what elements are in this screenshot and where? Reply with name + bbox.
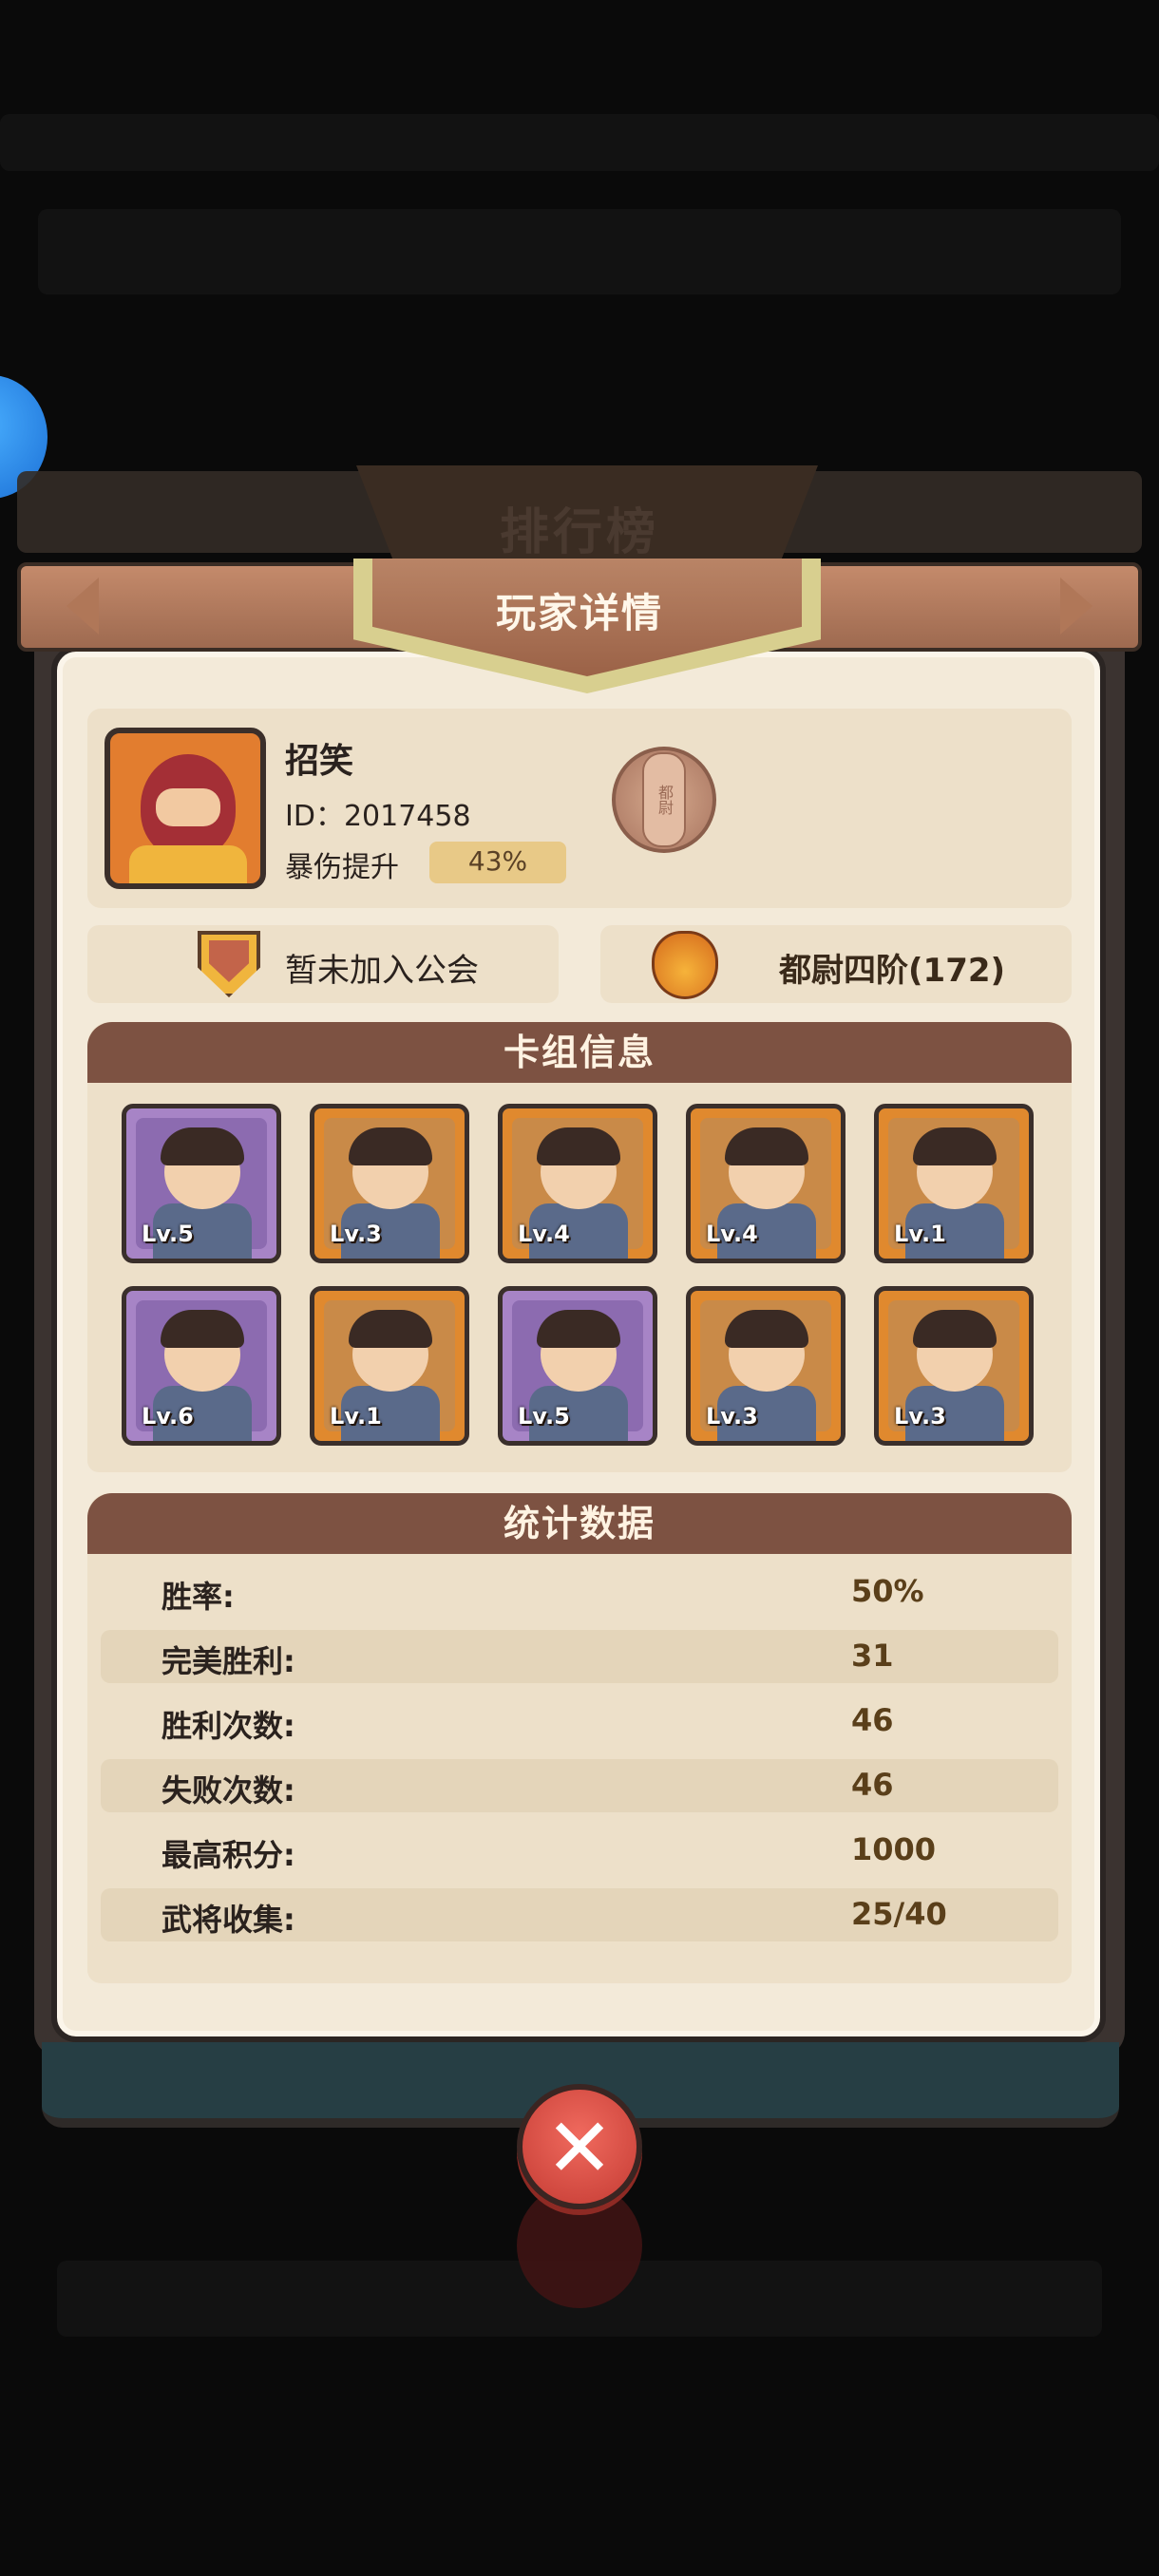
hero-card[interactable]: Lv.3 bbox=[874, 1286, 1034, 1446]
stat-value: 46 bbox=[851, 1767, 894, 1803]
background-overlay-strip bbox=[38, 209, 1121, 294]
hero-portrait-hair bbox=[725, 1310, 808, 1348]
avatar-face bbox=[156, 788, 220, 826]
stat-row: 完美胜利: 31 bbox=[101, 1630, 1058, 1683]
stat-value: 31 bbox=[851, 1638, 894, 1674]
stat-value: 46 bbox=[851, 1702, 894, 1738]
avatar-armor bbox=[129, 845, 247, 883]
hero-level: Lv.1 bbox=[894, 1221, 946, 1247]
hero-level: Lv.4 bbox=[706, 1221, 758, 1247]
hero-level: Lv.5 bbox=[518, 1403, 570, 1430]
stats-section-title: 统计数据 bbox=[87, 1493, 1072, 1554]
stat-value: 25/40 bbox=[851, 1896, 947, 1932]
stat-label: 失败次数: bbox=[162, 1772, 295, 1809]
stat-label: 胜利次数: bbox=[162, 1708, 295, 1744]
stat-row: 胜率: 50% bbox=[101, 1565, 1058, 1619]
hero-portrait-hair bbox=[913, 1127, 997, 1165]
stat-label: 完美胜利: bbox=[162, 1643, 295, 1679]
hero-portrait-hair bbox=[537, 1310, 620, 1348]
stat-row: 失败次数: 46 bbox=[101, 1759, 1058, 1812]
hero-portrait-hair bbox=[725, 1127, 808, 1165]
hero-card[interactable]: Lv.1 bbox=[310, 1286, 469, 1446]
background-title: 排行榜 bbox=[499, 504, 659, 561]
hero-level: Lv.3 bbox=[894, 1403, 946, 1430]
hero-card[interactable]: Lv.4 bbox=[686, 1104, 846, 1263]
stat-row: 胜利次数: 46 bbox=[101, 1695, 1058, 1748]
crit-bonus-value: 43% bbox=[467, 845, 528, 877]
deck-section-title: 卡组信息 bbox=[87, 1022, 1072, 1083]
hero-portrait-hair bbox=[537, 1127, 620, 1165]
rank-pouch-icon bbox=[652, 931, 718, 999]
hero-portrait-hair bbox=[161, 1310, 244, 1348]
player-name: 招笑 bbox=[285, 742, 354, 781]
stat-label: 最高积分: bbox=[162, 1837, 295, 1873]
stat-row: 武将收集: 25/40 bbox=[101, 1888, 1058, 1941]
rank-emblem-text: 都尉 bbox=[642, 752, 686, 847]
hero-level: Lv.5 bbox=[142, 1221, 194, 1247]
background-overlay-strip bbox=[0, 114, 1159, 171]
close-icon[interactable]: ✕ bbox=[517, 2086, 642, 2211]
hero-portrait-hair bbox=[349, 1310, 432, 1348]
hero-card[interactable]: Lv.6 bbox=[122, 1286, 281, 1446]
hero-portrait-hair bbox=[913, 1310, 997, 1348]
hero-card[interactable]: Lv.5 bbox=[498, 1286, 657, 1446]
rank-tier: 都尉四阶(172) bbox=[779, 952, 1006, 990]
panel-title: 玩家详情 bbox=[495, 590, 663, 636]
stat-value: 1000 bbox=[851, 1831, 937, 1867]
hero-level: Lv.3 bbox=[330, 1221, 382, 1247]
hero-card[interactable]: Lv.5 bbox=[122, 1104, 281, 1263]
stat-label: 胜率: bbox=[162, 1579, 235, 1615]
hero-level: Lv.3 bbox=[706, 1403, 758, 1430]
guild-status: 暂未加入公会 bbox=[285, 952, 479, 990]
player-id: ID：2017458 bbox=[285, 800, 471, 833]
hero-portrait-hair bbox=[349, 1127, 432, 1165]
crit-bonus-label: 暴伤提升 bbox=[285, 851, 399, 884]
hero-level: Lv.4 bbox=[518, 1221, 570, 1247]
stat-value: 50% bbox=[851, 1573, 924, 1609]
hero-level: Lv.1 bbox=[330, 1403, 382, 1430]
hero-level: Lv.6 bbox=[142, 1403, 194, 1430]
hero-card[interactable]: Lv.3 bbox=[686, 1286, 846, 1446]
player-avatar[interactable] bbox=[104, 728, 266, 889]
hero-card[interactable]: Lv.1 bbox=[874, 1104, 1034, 1263]
hero-portrait-hair bbox=[161, 1127, 244, 1165]
game-screen: 排行榜 玩家详情 招笑 ID：2017458 暴伤提升 43% 都尉 暂未加入公… bbox=[0, 0, 1159, 2576]
hero-card[interactable]: Lv.3 bbox=[310, 1104, 469, 1263]
stat-label: 武将收集: bbox=[162, 1902, 295, 1938]
stat-row: 最高积分: 1000 bbox=[101, 1824, 1058, 1877]
hero-card[interactable]: Lv.4 bbox=[498, 1104, 657, 1263]
